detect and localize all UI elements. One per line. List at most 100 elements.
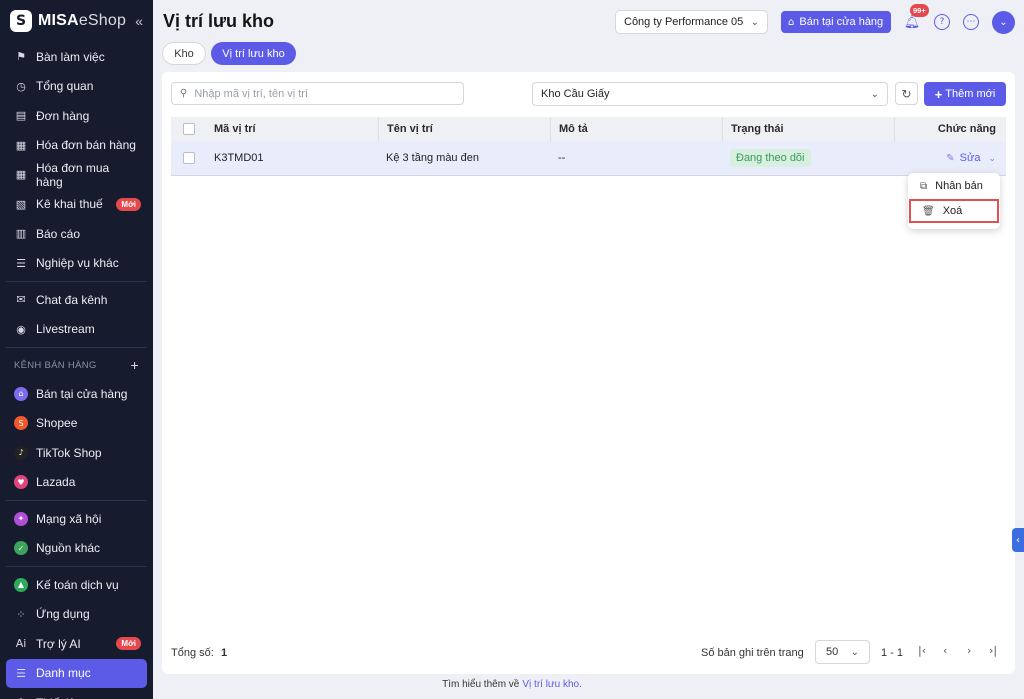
sidebar: S MISAeShop « ⚑ Bàn làm việc ◷ Tổng quan ▤ Đơ… bbox=[0, 0, 153, 699]
company-name: Công ty Performance 05 bbox=[624, 16, 744, 28]
sidebar-item-label: Bán tại cửa hàng bbox=[36, 386, 128, 401]
chevron-down-icon: ⌄ bbox=[850, 646, 859, 658]
sidebar-item-social[interactable]: ✦ Mạng xã hội bbox=[0, 504, 153, 534]
warehouse-select[interactable]: Kho Cầu Giấy ⌄ bbox=[532, 82, 888, 106]
sidebar-item-livestream[interactable]: ◉ Livestream bbox=[0, 315, 153, 345]
sidebar-item-desk[interactable]: ⚑ Bàn làm việc bbox=[0, 42, 153, 72]
duplicate-label: Nhân bản bbox=[935, 180, 983, 192]
edit-button[interactable]: ✎ Sửa ⌄ bbox=[946, 152, 996, 164]
dashboard-icon: ◷ bbox=[16, 79, 26, 93]
sidebar-item-report[interactable]: ▥ Báo cáo bbox=[0, 219, 153, 249]
nav-channels: ⌂ Bán tại cửa hàng S Shopee ♪ TikTok Shop ♥ Laz… bbox=[0, 379, 153, 497]
collapse-sidebar-icon[interactable]: « bbox=[135, 13, 143, 29]
tab-storage-location[interactable]: Vị trí lưu kho bbox=[211, 42, 296, 65]
sidebar-item-shopee[interactable]: S Shopee bbox=[0, 409, 153, 439]
sidebar-item-label: Trợ lý AI bbox=[36, 636, 81, 651]
sidebar-item-ai[interactable]: Ai Trợ lý AI Mới bbox=[0, 629, 153, 659]
row-description: -- bbox=[558, 152, 566, 164]
search-input[interactable]: ⚲ Nhập mã vị trí, tên vị trí bbox=[171, 82, 464, 105]
select-all-checkbox[interactable] bbox=[182, 123, 195, 135]
social-icon: ✦ bbox=[14, 511, 28, 526]
more-icon[interactable]: ⋯ bbox=[961, 12, 981, 32]
nav-main: ⚑ Bàn làm việc ◷ Tổng quan ▤ Đơn hàng ▦ Hóa đơn… bbox=[0, 42, 153, 278]
select-all-cell bbox=[171, 117, 206, 141]
page-title: Vị trí lưu kho bbox=[163, 11, 275, 31]
nav-divider bbox=[6, 500, 147, 501]
search-icon: ⚲ bbox=[180, 88, 188, 99]
sidebar-item-operations[interactable]: ☰ Nghiệp vụ khác bbox=[0, 249, 153, 279]
sidebar-item-label: Tổng quan bbox=[36, 79, 94, 94]
tab-warehouse[interactable]: Kho bbox=[162, 42, 206, 65]
store-icon: ⌂ bbox=[788, 16, 795, 28]
search-placeholder: Nhập mã vị trí, tên vị trí bbox=[194, 87, 309, 100]
tax-icon: ▧ bbox=[15, 197, 27, 211]
menu-item-duplicate[interactable]: ⧉ Nhân bản bbox=[908, 173, 1000, 199]
col-status[interactable]: Trạng thái bbox=[722, 117, 894, 141]
sidebar-item-label: Livestream bbox=[36, 322, 95, 337]
pagination-bar: Tổng số: 1 Số bản ghi trên trang 50 ⌄ 1 … bbox=[162, 640, 1015, 666]
nav-divider bbox=[6, 281, 147, 282]
sidebar-item-sales-invoice[interactable]: ▦ Hóa đơn bán hàng bbox=[0, 131, 153, 161]
refresh-button[interactable]: ↻ bbox=[895, 82, 918, 105]
sidebar-item-label: Kê khai thuế bbox=[36, 197, 103, 212]
sidebar-item-chat[interactable]: ✉ Chat đa kênh bbox=[0, 285, 153, 315]
sidebar-item-apps[interactable]: ⁘ Ứng dụng bbox=[0, 600, 153, 630]
misa-logo-icon: S bbox=[10, 10, 32, 32]
per-page-select[interactable]: 50 ⌄ bbox=[815, 640, 870, 664]
delete-label: Xoá bbox=[942, 205, 963, 217]
sidebar-item-label: Lazada bbox=[36, 475, 76, 490]
edit-label: Sửa bbox=[959, 152, 981, 164]
menu-item-delete[interactable]: 🗑︎ Xoá bbox=[909, 199, 999, 223]
nav-communication: ✉ Chat đa kênh ◉ Livestream bbox=[0, 285, 153, 344]
row-actions: ✎ Sửa ⌄ bbox=[894, 141, 1006, 175]
store-sale-label: Bán tại cửa hàng bbox=[799, 16, 884, 28]
col-code[interactable]: Mã vị trí bbox=[206, 117, 378, 141]
table-row[interactable]: K3TMD01 Kệ 3 tầng màu đen -- Đang theo d… bbox=[171, 141, 1006, 176]
prev-page-icon[interactable]: ‹ bbox=[943, 644, 947, 657]
help-icon[interactable]: ? bbox=[932, 12, 952, 32]
company-select[interactable]: Công ty Performance 05 ⌄ bbox=[615, 10, 768, 34]
livestream-icon: ◉ bbox=[16, 322, 26, 336]
first-page-icon[interactable]: |‹ bbox=[918, 644, 926, 657]
page-range: 1 - 1 bbox=[881, 647, 904, 659]
sidebar-item-tiktok[interactable]: ♪ TikTok Shop bbox=[0, 438, 153, 468]
other-source-icon: ✓ bbox=[14, 541, 28, 556]
last-page-icon[interactable]: ›| bbox=[989, 644, 997, 657]
sidebar-item-dashboard[interactable]: ◷ Tổng quan bbox=[0, 72, 153, 102]
sidebar-item-purchase-invoice[interactable]: ▦ Hóa đơn mua hàng bbox=[0, 160, 153, 190]
sidebar-item-tax[interactable]: ▧ Kê khai thuế Mới bbox=[0, 190, 153, 220]
notification-badge: 99+ bbox=[910, 4, 929, 17]
add-new-button[interactable]: + Thêm mới bbox=[924, 82, 1006, 106]
row-checkbox[interactable] bbox=[182, 152, 195, 164]
lazada-icon: ♥ bbox=[14, 475, 28, 490]
row-action-menu: ⧉ Nhân bản 🗑︎ Xoá bbox=[908, 173, 1000, 229]
sidebar-item-store[interactable]: ⌂ Bán tại cửa hàng bbox=[0, 379, 153, 409]
sidebar-item-label: Shopee bbox=[36, 416, 78, 431]
store-sale-button[interactable]: ⌂ Bán tại cửa hàng bbox=[781, 11, 891, 33]
help-link[interactable]: Vị trí lưu kho. bbox=[522, 679, 582, 690]
avatar-menu-icon[interactable]: ⌄ bbox=[992, 11, 1015, 34]
pencil-icon: ✎ bbox=[946, 152, 955, 164]
sidebar-item-label: Chat đa kênh bbox=[36, 292, 108, 307]
warehouse-value: Kho Cầu Giấy bbox=[541, 88, 610, 100]
tiktok-icon: ♪ bbox=[14, 445, 28, 460]
row-status-cell: Đang theo dõi bbox=[722, 141, 894, 175]
chevron-down-icon: ⌄ bbox=[870, 88, 879, 100]
brand-name: MISAeShop bbox=[38, 12, 127, 29]
add-channel-icon[interactable]: + bbox=[131, 357, 139, 373]
sidebar-item-lazada[interactable]: ♥ Lazada bbox=[0, 468, 153, 498]
col-name[interactable]: Tên vị trí bbox=[378, 117, 550, 141]
operations-icon: ☰ bbox=[16, 256, 26, 270]
sidebar-item-order[interactable]: ▤ Đơn hàng bbox=[0, 101, 153, 131]
col-description[interactable]: Mô tả bbox=[550, 117, 722, 141]
total-value: 1 bbox=[221, 647, 228, 659]
side-panel-toggle-icon[interactable]: ‹ bbox=[1012, 528, 1024, 552]
sidebar-item-accounting[interactable]: ▲ Kế toán dịch vụ bbox=[0, 570, 153, 600]
chat-icon: ✉ bbox=[16, 293, 26, 307]
copy-icon: ⧉ bbox=[920, 180, 928, 192]
next-page-icon[interactable]: › bbox=[967, 644, 971, 657]
chevron-down-icon[interactable]: ⌄ bbox=[988, 153, 996, 164]
nav-divider bbox=[6, 347, 147, 348]
logo-row: S MISAeShop « bbox=[0, 0, 153, 42]
sidebar-item-other-source[interactable]: ✓ Nguồn khác bbox=[0, 534, 153, 564]
